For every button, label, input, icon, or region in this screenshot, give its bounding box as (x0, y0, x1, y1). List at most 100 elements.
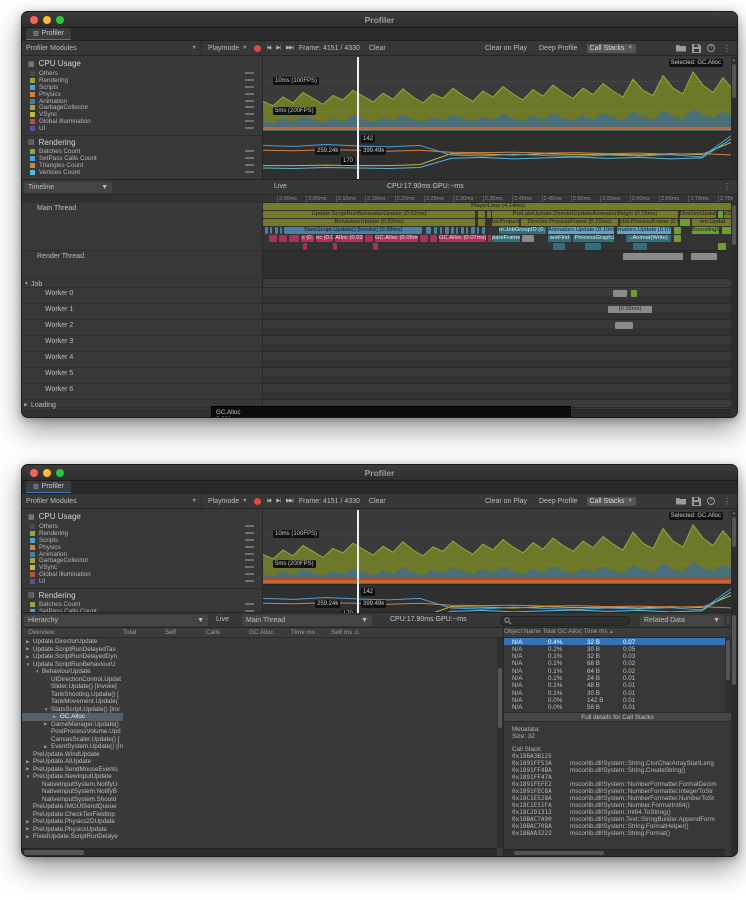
record-button[interactable] (254, 45, 261, 52)
fold-arrow-icon[interactable]: ▶ (53, 714, 60, 720)
timeline-sample-bar[interactable] (585, 243, 601, 250)
rendering-module-header[interactable]: ▤ Rendering (22, 135, 262, 148)
legend-item[interactable]: Rendering (22, 77, 262, 84)
timeline-sample-bar[interactable] (718, 211, 723, 218)
table-row[interactable]: NativeInputSystem.NotifyU 0.0% 0.0% 1 0 … (22, 781, 123, 789)
scrollbar-thumb[interactable] (732, 615, 736, 685)
timeline-sample-bar[interactable] (303, 243, 307, 250)
prev-frame-button[interactable]: |◀ (267, 45, 271, 51)
fold-arrow-icon[interactable]: ▼ (24, 281, 31, 287)
chart-canvas[interactable]: 10ms (100FPS) 5ms (200FPS) Selected: GC.… (263, 510, 733, 613)
column-time-ms[interactable]: Time ms (291, 629, 315, 636)
timeline-sample-bar[interactable]: pareFrame (492, 235, 520, 242)
legend-item[interactable]: Batches Count (22, 148, 262, 155)
legend-order-handle[interactable] (245, 120, 254, 122)
fold-arrow-icon[interactable]: ▼ (35, 669, 42, 674)
thread-row-label[interactable]: Worker 5 (22, 368, 262, 384)
thread-row-label[interactable]: Worker 2 (22, 320, 262, 336)
save-icon[interactable] (692, 497, 701, 506)
cpu-usage-module-header[interactable]: ▦ CPU Usage (22, 57, 262, 70)
frame-marker-line[interactable] (357, 510, 359, 613)
legend-order-handle[interactable] (245, 539, 254, 541)
timeline-sample-bar[interactable] (477, 227, 479, 234)
scroll-up-arrow[interactable]: ▲ (731, 57, 737, 62)
timeline-sample-bar[interactable]: Animators.Update (0.10ms) (548, 227, 614, 234)
column-object-name[interactable]: Object Name (504, 628, 541, 635)
table-row[interactable]: TankShooting.Update() [ 0.0% 0.0% 2 0 B … (22, 691, 123, 699)
legend-item[interactable]: GarbageCollector (22, 557, 262, 564)
fold-arrow-icon[interactable]: ▶ (26, 834, 33, 840)
legend-item[interactable]: Physics (22, 544, 262, 551)
legend-item[interactable]: Scripts (22, 84, 262, 91)
legend-item[interactable]: UI (22, 125, 262, 132)
window-controls[interactable] (30, 16, 64, 24)
tab-profiler[interactable]: ▥ Profiler (26, 481, 71, 493)
timeline-sample-bar[interactable]: oc (0.0 (316, 235, 333, 242)
zoom-button[interactable] (56, 16, 64, 24)
timeline-sample-bar[interactable]: Update.ScriptRunBehaviourUpdate (0.62ms) (263, 211, 475, 218)
timeline-sample-bar[interactable]: (0.16ms) (608, 306, 652, 313)
legend-item[interactable]: Global Illumination (22, 118, 262, 125)
table-row[interactable]: N/A 0.0% 142 B 0.01 (504, 696, 725, 703)
legend-item[interactable]: Batches Count (22, 601, 262, 608)
full-details-bar[interactable]: Full details for Call Stacks (504, 712, 731, 722)
timeline-sample-bar[interactable]: em.Updat (692, 219, 733, 226)
timeline-sample-bar[interactable] (631, 290, 637, 297)
scrollbar-thumb[interactable] (732, 205, 736, 245)
timeline-sample-bar[interactable] (279, 235, 287, 242)
table-row[interactable]: ▶ FixedUpdate.ScriptRunDelaye 0.6% 0.0% … (22, 833, 123, 841)
scrollbar-thumb[interactable] (498, 668, 502, 728)
column-total[interactable]: Total (542, 628, 555, 635)
column-gc-alloc[interactable]: GC Alloc (249, 629, 274, 636)
rendering-chart[interactable] (263, 131, 733, 179)
minimize-button[interactable] (43, 16, 51, 24)
clear-button[interactable]: Clear (366, 497, 389, 506)
scrollbar-thumb[interactable] (514, 851, 604, 855)
timeline-sample-bar[interactable]: BehaviourUpdate (0.62ms) (263, 219, 475, 226)
table-row[interactable]: ▶ Update.ScriptRunDelayedDyn 0.0% 0.0% 1… (22, 653, 123, 661)
table-row[interactable]: ▶ Update.ScriptRunDelayedTas 0.0% 0.0% 1… (22, 646, 123, 654)
legend-order-handle[interactable] (245, 157, 254, 159)
table-row[interactable]: NativeInputSystem.NotifyB 0.0% 0.0% 1 0 … (22, 788, 123, 796)
table-row[interactable]: PostProcessVolume.Upd 0.0% 0.0% 1 0 B 0.… (22, 728, 123, 736)
timeline-sample-bar[interactable] (478, 211, 485, 218)
legend-item[interactable]: VSync (22, 564, 262, 571)
chart-vertical-scrollbar[interactable]: ▲ (731, 510, 737, 613)
timeline-sample-bar[interactable]: imators.Update (0.07m (617, 227, 671, 234)
scrollbar-thumb[interactable] (24, 850, 84, 855)
table-row[interactable]: UIDirectionControl.Updat 0.0% 0.0% 2 0 B… (22, 676, 123, 684)
table-row[interactable]: ▶ GameManager.Update() 0.0% 0.0% 1 0 B 0… (22, 721, 123, 729)
table-row[interactable]: N/A 0.4% 32 B 0.07 (504, 638, 725, 645)
titlebar[interactable]: Profiler (22, 465, 737, 481)
timeline-sample-bar[interactable]: GC.Alloc (0.05ms) (375, 235, 418, 242)
legend-item[interactable]: SetPass Calls Count (22, 155, 262, 162)
thread-row-label[interactable]: Worker 4 (22, 352, 262, 368)
timeline-vertical-scrollbar[interactable] (731, 203, 737, 409)
fold-arrow-icon[interactable]: ▼ (26, 662, 33, 667)
scroll-up-arrow[interactable]: ▲ (731, 510, 737, 515)
legend-order-handle[interactable] (245, 553, 254, 555)
legend-item[interactable]: Animation (22, 551, 262, 558)
panel-vertical-scrollbar[interactable] (731, 613, 737, 856)
timeline-sample-bar[interactable] (487, 211, 491, 218)
legend-order-handle[interactable] (245, 150, 254, 152)
timeline-sample-bar[interactable]: areFirst (548, 235, 571, 242)
fold-arrow-icon[interactable]: ▶ (44, 744, 51, 750)
zoom-button[interactable] (56, 469, 64, 477)
legend-item[interactable]: Triangles Count (22, 162, 262, 169)
legend-item[interactable]: Vertices Count (22, 169, 262, 176)
timeline-sample-bar[interactable]: c (0. (301, 235, 314, 242)
profiler-modules-dropdown[interactable]: Profiler Modules▼ (26, 41, 202, 55)
timeline-sample-bar[interactable] (269, 235, 277, 242)
help-icon[interactable]: ? (707, 44, 715, 52)
next-frame-button[interactable]: ▶| (276, 498, 280, 504)
table-row[interactable]: ▶ PreUpdate.PhysicsUpdate 0.0% 0.0% 1 0 … (22, 826, 123, 834)
timeline-sample-bar[interactable] (373, 243, 378, 250)
table-row[interactable]: PreUpdate.WindUpdate 0.0% 0.0% 1 0 B 0.0… (22, 751, 123, 759)
record-button[interactable] (254, 498, 261, 505)
fold-arrow-icon[interactable]: ▶ (26, 819, 33, 825)
timeline-sample-bar[interactable]: StatsScript.Update() [Invoke] (0.39ms) (284, 227, 422, 234)
table-row[interactable]: NativeInputSystem.Should 0.0% 0.0% 1 0 B… (22, 796, 123, 804)
legend-item[interactable]: Others (22, 523, 262, 530)
playmode-dropdown[interactable]: Playmode▼ (208, 45, 248, 52)
